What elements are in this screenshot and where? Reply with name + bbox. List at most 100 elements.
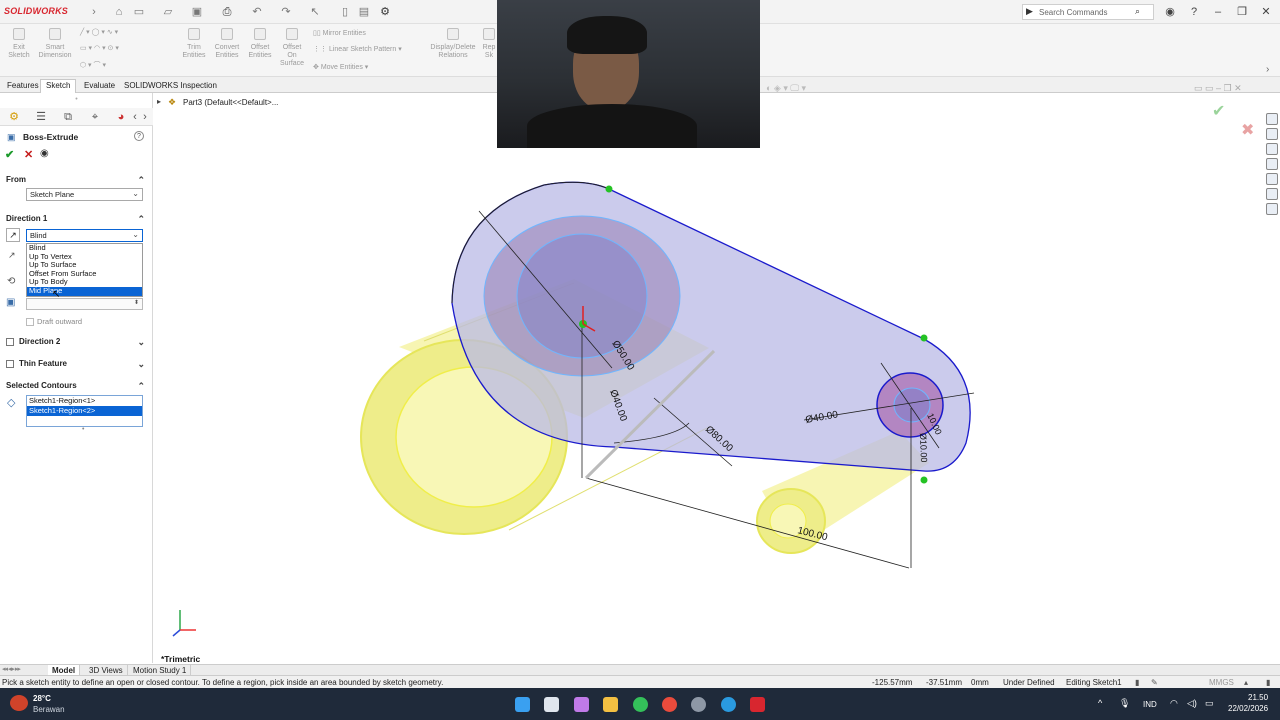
convert-entities-button[interactable]: Convert Entities [211, 28, 243, 60]
tabs-scroll-left-icon[interactable]: ‹ [130, 109, 140, 125]
restore-icon[interactable]: ❐ [1234, 4, 1250, 20]
collapse-chevron-icon[interactable]: ⌃ [137, 381, 145, 392]
display-manager-tab-icon[interactable]: ◕ [113, 109, 129, 125]
edge-icon[interactable] [721, 697, 736, 712]
cancel-x-icon[interactable]: ✕ [24, 148, 33, 161]
options-gear-icon[interactable]: ⚙ [379, 6, 391, 18]
input-language[interactable]: IND [1143, 700, 1157, 709]
copilot-icon[interactable] [574, 697, 589, 712]
ok-check-icon[interactable]: ✔ [5, 148, 14, 161]
exit-sketch-button[interactable]: Exit Sketch [6, 28, 32, 60]
feature-manager-tab-icon[interactable]: ⚙ [6, 109, 22, 125]
dimension-text[interactable]: Ø10.00 [918, 433, 929, 463]
direction2-section-header[interactable]: Direction 2 ⌄ [13, 336, 153, 350]
dimxpert-tab-icon[interactable]: ⌖ [87, 109, 103, 125]
draft-outward-checkbox[interactable] [26, 318, 34, 326]
selected-contours-list[interactable]: Sketch1-Region<1> Sketch1-Region<2> [26, 395, 143, 427]
configuration-manager-tab-icon[interactable]: ⧉ [60, 109, 76, 125]
rectangle-tool-icon[interactable]: ▭ ▾ ◠ ▾ ⊙ ▾ [80, 44, 119, 52]
search-magnifier-icon[interactable]: ⌕ [1135, 6, 1140, 17]
file-properties-icon[interactable]: ▤ [358, 6, 370, 18]
tab-sketch[interactable]: Sketch [40, 79, 77, 93]
offset-on-surface-button[interactable]: Offset On Surface [278, 28, 306, 68]
windows-start-icon[interactable] [515, 697, 530, 712]
option-mid-plane[interactable]: Mid Plane [27, 286, 142, 296]
collapse-chevron-icon[interactable]: ⌃ [137, 214, 145, 225]
tab-evaluate[interactable]: Evaluate [78, 79, 121, 93]
clock-date[interactable]: 22/02/2026 [1228, 704, 1268, 713]
model-canvas[interactable]: Ø50.00 Ø40.00 Ø80.00 Ø40.00 10.00 Ø10.00… [154, 93, 1264, 663]
open-icon[interactable]: ▱ [162, 6, 174, 18]
new-document-icon[interactable]: ▭ [133, 6, 145, 18]
end-condition-options-list[interactable]: Blind Up To Vertex Up To Surface Offset … [26, 243, 143, 297]
from-section-header[interactable]: From ⌃ [0, 174, 153, 188]
print-icon[interactable]: ⎙ [221, 6, 233, 18]
repair-sketch-button[interactable]: Rep Sk [482, 28, 496, 60]
graphics-area[interactable]: ▸ ❖ Part3 (Default<<Default>... ◐ ◈ ▾ 🖵 … [154, 83, 1264, 664]
thin-feature-section-header[interactable]: Thin Feature ⌄ [13, 358, 153, 372]
minimize-icon[interactable]: – [1210, 4, 1226, 20]
tab-features[interactable]: Features [1, 79, 45, 93]
solidworks-taskbar-icon[interactable] [750, 697, 765, 712]
tabs-scroll-right-icon[interactable]: › [140, 109, 150, 125]
app-icon[interactable] [691, 697, 706, 712]
collapse-chevron-icon[interactable]: ⌃ [137, 175, 145, 186]
draft-icon[interactable]: ▣ [6, 297, 15, 308]
redo-icon[interactable]: ↷ [280, 6, 292, 18]
undo-icon[interactable]: ↶ [251, 6, 263, 18]
linear-sketch-pattern-button[interactable]: ⋮⋮ Linear Sketch Pattern ▾ [313, 45, 402, 53]
home-icon[interactable]: ⌂ [113, 6, 125, 18]
property-manager-tab-icon[interactable]: ☰ [33, 109, 49, 125]
chrome-icon[interactable] [662, 697, 677, 712]
close-icon[interactable]: ✕ [1258, 4, 1274, 20]
solidworks-resources-icon[interactable] [1266, 113, 1278, 125]
show-hidden-icons-icon[interactable]: ^ [1098, 698, 1102, 708]
smart-dimension-button[interactable]: Smart Dimension [38, 28, 72, 60]
tab-solidworks-inspection[interactable]: SOLIDWORKS Inspection [118, 79, 223, 93]
contour-item[interactable]: Sketch1-Region<2> [27, 406, 142, 416]
expand-chevron-icon[interactable]: ⌄ [137, 359, 145, 370]
line-tool-icon[interactable]: ╱ ▾ ◯ ▾ ∿ ▾ [80, 28, 118, 36]
direction1-section-header[interactable]: Direction 1 ⌃ [0, 213, 153, 227]
appearances-icon[interactable] [1266, 173, 1278, 185]
reverse-direction-icon[interactable]: ↗ [6, 228, 20, 242]
solidworks-logo[interactable]: SOLIDWORKS [4, 6, 68, 16]
expand-menu-icon[interactable]: › [88, 6, 100, 18]
fillet-tool-icon[interactable]: ⬡ ▾ ⌒ ▾ [80, 60, 106, 70]
rebuild-icon[interactable]: ▯ [339, 6, 351, 18]
microphone-icon[interactable]: 🎙 [1119, 698, 1130, 709]
file-explorer-icon[interactable] [1266, 143, 1278, 155]
task-view-icon[interactable] [544, 697, 559, 712]
user-account-icon[interactable]: ◉ [1162, 4, 1178, 20]
contour-item[interactable]: Sketch1-Region<1> [27, 396, 142, 406]
selected-contours-section-header[interactable]: Selected Contours ⌃ [0, 380, 153, 394]
draft-angle-input[interactable]: ⬍ [26, 298, 143, 310]
mirror-entities-button[interactable]: ▯▯ Mirror Entities [313, 29, 366, 37]
forum-icon[interactable] [1266, 203, 1278, 215]
view-palette-icon[interactable] [1266, 158, 1278, 170]
clock-time[interactable]: 21.50 [1248, 693, 1268, 702]
from-dropdown[interactable]: Sketch Plane ⌄ [26, 188, 143, 201]
custom-properties-icon[interactable] [1266, 188, 1278, 200]
whatsapp-icon[interactable] [633, 697, 648, 712]
tab-scroll-arrows[interactable]: ◂◂ ◂ ▸ ▸▸ [2, 665, 21, 673]
volume-icon[interactable]: ◁) [1187, 698, 1197, 709]
move-entities-button[interactable]: ✥ Move Entities ▾ [313, 63, 368, 71]
offset-entities-button[interactable]: Offset Entities [246, 28, 274, 60]
expand-chevron-icon[interactable]: ⌄ [137, 337, 145, 348]
spinner-icon[interactable]: ⬍ [134, 299, 139, 306]
wifi-icon[interactable]: ◠ [1170, 698, 1178, 709]
save-icon[interactable]: ▣ [191, 6, 203, 18]
design-library-icon[interactable] [1266, 128, 1278, 140]
list-resize-handle[interactable]: • [82, 426, 84, 433]
trim-entities-button[interactable]: Trim Entities [180, 28, 208, 60]
preview-eye-icon[interactable]: ◉ [40, 148, 49, 159]
splitter-handle[interactable]: • [0, 96, 153, 104]
help-icon[interactable]: ? [1186, 4, 1202, 20]
help-icon[interactable]: ? [134, 131, 144, 141]
collapse-ribbon-icon[interactable]: › [1266, 64, 1269, 75]
file-explorer-icon[interactable] [603, 697, 618, 712]
battery-icon[interactable]: ▭ [1205, 698, 1214, 709]
display-delete-relations-button[interactable]: Display/Delete Relations [424, 28, 482, 60]
select-icon[interactable]: ↖ [309, 6, 321, 18]
